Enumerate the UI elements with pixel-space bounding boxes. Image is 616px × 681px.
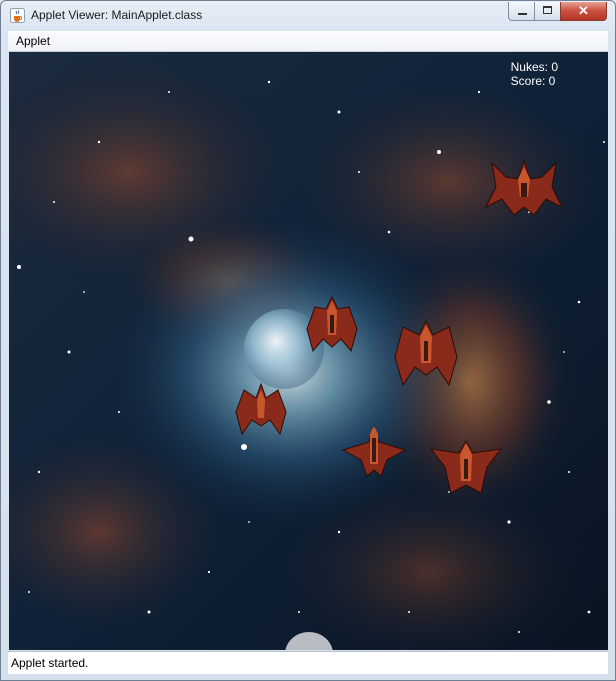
menu-bar: Applet	[8, 31, 608, 52]
nukes-counter: Nukes: 0	[510, 60, 558, 74]
game-canvas[interactable]: Nukes: 0 Score: 0	[9, 52, 608, 650]
applet-viewer-window: Applet Viewer: MainApplet.class ✕ Applet	[0, 0, 616, 681]
score-counter: Score: 0	[510, 74, 556, 88]
enemy-ship	[341, 424, 407, 477]
status-bar: Applet started.	[8, 651, 608, 674]
close-icon: ✕	[578, 3, 589, 18]
player-ship	[285, 632, 333, 650]
hud: Nukes: 0 Score: 0	[511, 60, 558, 88]
status-text: Applet started.	[11, 656, 89, 670]
enemy-ship	[306, 295, 358, 353]
maximize-icon	[543, 6, 552, 14]
title-bar[interactable]: Applet Viewer: MainApplet.class ✕	[1, 1, 615, 31]
menu-applet[interactable]: Applet	[16, 34, 50, 48]
enemy-ship	[394, 319, 458, 387]
enemy-ship	[235, 382, 287, 436]
close-button[interactable]: ✕	[560, 2, 607, 21]
enemy-ship	[429, 440, 503, 494]
maximize-button[interactable]	[534, 2, 561, 21]
java-coffee-cup-icon	[10, 8, 25, 23]
window-title: Applet Viewer: MainApplet.class	[31, 8, 203, 22]
minimize-button[interactable]	[508, 2, 535, 21]
enemy-ship	[484, 159, 564, 216]
minimize-icon	[518, 13, 527, 15]
